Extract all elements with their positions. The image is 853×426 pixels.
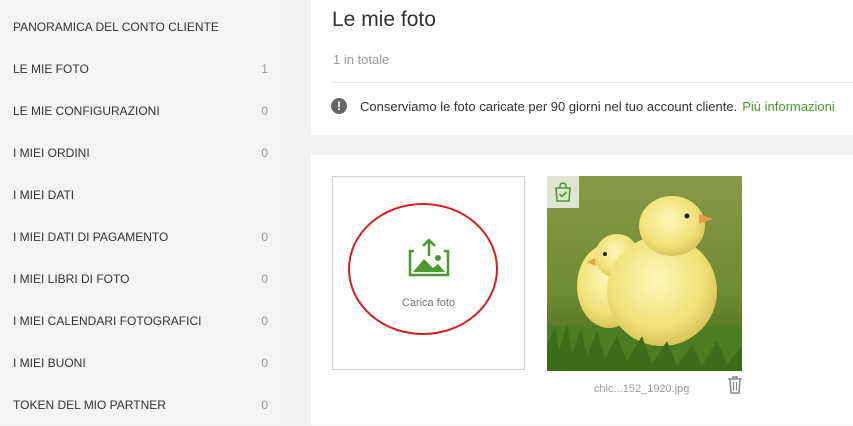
sidebar-item-count: 0 <box>261 398 268 412</box>
more-info-link[interactable]: Più informazioni <box>742 99 835 114</box>
sidebar-item-count: 0 <box>261 272 268 286</box>
retention-notice: ! Conserviamo le foto caricate per 90 gi… <box>331 98 835 114</box>
divider <box>333 82 853 83</box>
sidebar-item-count: 0 <box>261 230 268 244</box>
sidebar-item-count: 0 <box>261 314 268 328</box>
sidebar-item-count: 0 <box>261 104 268 118</box>
upload-label: Carica foto <box>401 297 456 309</box>
sidebar-item-label: LE MIE FOTO <box>13 62 89 76</box>
sidebar-item-label: I MIEI BUONI <box>13 356 86 370</box>
sidebar-item-count: 0 <box>261 356 268 370</box>
sidebar: PANORAMICA DEL CONTO CLIENTE LE MIE FOTO… <box>0 0 287 425</box>
sidebar-item-photo-calendars[interactable]: I MIEI CALENDARI FOTOGRAFICI 0 <box>0 300 287 342</box>
upload-photo-button[interactable]: Carica foto <box>332 176 525 370</box>
sidebar-item-label: LE MIE CONFIGURAZIONI <box>13 104 160 118</box>
sidebar-item-label: I MIEI CALENDARI FOTOGRAFICI <box>13 314 202 328</box>
photo-count: 1 in totale <box>333 52 390 67</box>
sidebar-item-partner-token[interactable]: TOKEN DEL MIO PARTNER 0 <box>0 384 287 426</box>
photos-header-panel: Le mie foto 1 in totale ! Conserviamo le… <box>311 0 853 135</box>
photo-thumbnail[interactable] <box>547 176 742 371</box>
trash-icon[interactable] <box>726 375 744 395</box>
sidebar-item-label: PANORAMICA DEL CONTO CLIENTE <box>13 20 219 34</box>
sidebar-item-label: I MIEI DATI <box>13 188 75 202</box>
sidebar-item-label: I MIEI DATI DI PAGAMENTO <box>13 230 169 244</box>
sidebar-item-my-photos[interactable]: LE MIE FOTO 1 <box>0 48 287 90</box>
sidebar-item-my-data[interactable]: I MIEI DATI <box>0 174 287 216</box>
sidebar-item-my-configurations[interactable]: LE MIE CONFIGURAZIONI 0 <box>0 90 287 132</box>
sidebar-item-my-orders[interactable]: I MIEI ORDINI 0 <box>0 132 287 174</box>
sidebar-item-payment-data[interactable]: I MIEI DATI DI PAGAMENTO 0 <box>0 216 287 258</box>
photo-gallery: Carica foto chic...152_1920.jpg <box>311 155 853 425</box>
exclamation-icon: ! <box>331 98 347 114</box>
sidebar-item-label: TOKEN DEL MIO PARTNER <box>13 398 166 412</box>
sidebar-item-label: I MIEI ORDINI <box>13 146 90 160</box>
page-title: Le mie foto <box>332 8 436 31</box>
sidebar-item-count: 1 <box>261 62 268 76</box>
shopping-bag-check-icon <box>547 176 579 208</box>
upload-image-icon <box>408 238 450 277</box>
sidebar-item-overview[interactable]: PANORAMICA DEL CONTO CLIENTE <box>0 6 287 48</box>
sidebar-item-label: I MIEI LIBRI DI FOTO <box>13 272 130 286</box>
sidebar-item-photo-books[interactable]: I MIEI LIBRI DI FOTO 0 <box>0 258 287 300</box>
notice-text: Conserviamo le foto caricate per 90 gior… <box>360 98 738 114</box>
sidebar-item-count: 0 <box>261 146 268 160</box>
sidebar-item-vouchers[interactable]: I MIEI BUONI 0 <box>0 342 287 384</box>
photo-filename: chic...152_1920.jpg <box>594 383 690 395</box>
